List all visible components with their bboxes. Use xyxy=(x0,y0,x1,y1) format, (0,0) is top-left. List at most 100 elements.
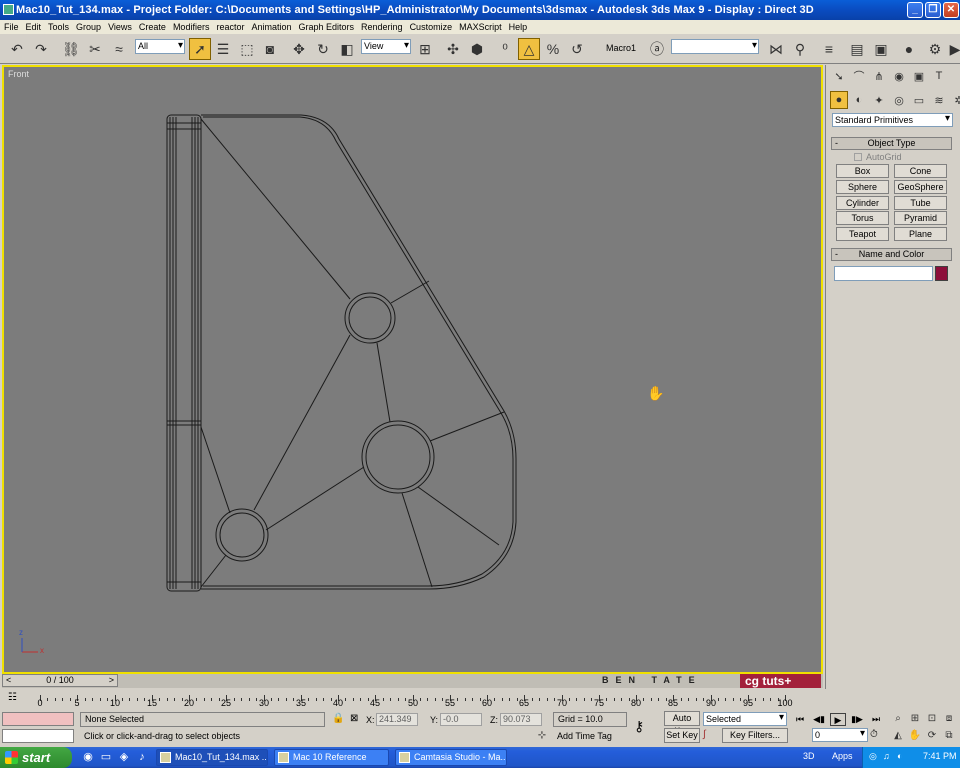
select-and-move-icon[interactable]: ✥ xyxy=(288,38,310,60)
timeline-ruler[interactable]: 0 5 10 15 20 25 30 35 40 45 50 55 60 65 70 75 80 85 90 95 10… xyxy=(37,689,793,709)
box-button[interactable]: Box xyxy=(836,164,889,178)
close-button[interactable]: ✕ xyxy=(943,2,959,18)
cylinder-button[interactable]: Cylinder xyxy=(836,196,889,210)
y-coord-field[interactable]: -0.0 xyxy=(440,713,482,726)
sphere-button[interactable]: Sphere xyxy=(836,180,889,194)
motion-tab-icon[interactable]: ◉ xyxy=(890,67,908,85)
object-color-swatch[interactable] xyxy=(935,266,948,281)
task-3dsmax[interactable]: Mac10_Tut_134.max ... xyxy=(156,749,268,766)
menu-rendering[interactable]: Rendering xyxy=(361,22,403,32)
object-type-rollout[interactable]: - Object Type xyxy=(831,137,952,150)
edit-named-selection-icon[interactable]: ⓐ xyxy=(646,38,668,60)
auto-key-button[interactable]: Auto Key xyxy=(664,711,700,736)
time-tag-icon[interactable]: ⊹ xyxy=(535,730,549,744)
zoom-icon[interactable]: ⌕ xyxy=(890,712,906,726)
spinner-snap-icon[interactable]: ↺ xyxy=(566,38,588,60)
previous-frame-icon[interactable]: ◀▮ xyxy=(811,713,827,726)
toolbar-apps-label[interactable]: Apps xyxy=(832,751,853,761)
minimize-button[interactable]: _ xyxy=(907,2,923,18)
render-scene-icon[interactable]: ⚙ xyxy=(924,38,946,60)
firefox-quicklaunch-icon[interactable]: ◉ xyxy=(81,750,95,764)
toolbar-3d-label[interactable]: 3D xyxy=(803,751,815,761)
display-tab-icon[interactable]: ▣ xyxy=(910,67,928,85)
selection-filter-dropdown[interactable]: All xyxy=(135,39,185,54)
explorer-quicklaunch-icon[interactable]: ◈ xyxy=(117,750,131,764)
field-of-view-icon[interactable]: ◭ xyxy=(890,729,906,743)
tray-network-icon[interactable]: ◎ xyxy=(869,751,877,762)
menu-help[interactable]: Help xyxy=(509,22,528,32)
modify-tab-icon[interactable]: ⌒ xyxy=(850,67,868,85)
play-icon[interactable]: ▶ xyxy=(830,713,846,726)
time-configuration-icon[interactable]: ⏱ xyxy=(870,729,884,743)
task-camtasia[interactable]: Camtasia Studio - Ma... xyxy=(395,749,507,766)
current-frame-field[interactable]: 0 xyxy=(812,728,868,742)
shapes-icon[interactable]: ◐ xyxy=(850,91,868,109)
select-and-link-icon[interactable]: ⛓ xyxy=(60,38,82,60)
cone-button[interactable]: Cone xyxy=(894,164,947,178)
tube-button[interactable]: Tube xyxy=(894,196,947,210)
next-frame-icon[interactable]: > xyxy=(109,675,114,686)
z-coord-field[interactable]: 90.073 xyxy=(500,713,542,726)
autogrid-checkbox[interactable]: AutoGrid xyxy=(854,152,902,162)
task-mac10-reference[interactable]: Mac 10 Reference xyxy=(274,749,389,766)
time-slider[interactable]: < 0 / 100 > BEN TATE cg tuts+ xyxy=(2,674,823,688)
show-desktop-icon[interactable]: ▭ xyxy=(99,750,113,764)
maxscript-listener-mini[interactable] xyxy=(2,712,74,726)
schematic-view-icon[interactable]: ▣ xyxy=(870,38,892,60)
quick-render-icon[interactable]: ▶ xyxy=(944,38,960,60)
menu-edit[interactable]: Edit xyxy=(26,22,42,32)
track-bar[interactable]: ☷ 0 5 10 15 20 25 30 35 40 45 50 55 60 65 70 75 80 85 90 95… xyxy=(0,689,960,709)
select-by-name-icon[interactable]: ☰ xyxy=(212,38,234,60)
menu-file[interactable]: File xyxy=(4,22,19,32)
next-frame-button-icon[interactable]: ▮▶ xyxy=(849,713,865,726)
mirror-icon[interactable]: ⋈ xyxy=(765,38,787,60)
geosphere-button[interactable]: GeoSphere xyxy=(894,180,947,194)
reference-coordinate-dropdown[interactable]: View xyxy=(361,39,411,54)
helpers-icon[interactable]: ▭ xyxy=(910,91,928,109)
maximize-viewport-icon[interactable]: ⧉ xyxy=(941,729,957,743)
teapot-button[interactable]: Teapot xyxy=(836,227,889,241)
menu-views[interactable]: Views xyxy=(108,22,132,32)
cameras-icon[interactable]: ◎ xyxy=(890,91,908,109)
set-key-button[interactable]: Set Key xyxy=(664,728,700,743)
zoom-all-icon[interactable]: ⊞ xyxy=(907,712,923,726)
tray-volume-icon[interactable]: ♫ xyxy=(883,751,890,761)
name-and-color-rollout[interactable]: - Name and Color xyxy=(831,248,952,261)
systems-icon[interactable]: ✲ xyxy=(950,91,960,109)
bind-space-warp-icon[interactable]: ≈ xyxy=(108,38,130,60)
go-to-end-icon[interactable]: ⏭ xyxy=(868,713,884,726)
start-button[interactable]: start xyxy=(0,747,72,768)
menu-graph-editors[interactable]: Graph Editors xyxy=(299,22,355,32)
absolute-mode-icon[interactable]: ⊠ xyxy=(350,713,364,726)
key-mode-dropdown[interactable]: Selected xyxy=(703,712,787,726)
menu-animation[interactable]: Animation xyxy=(251,22,291,32)
curve-editor-icon[interactable]: ▤ xyxy=(846,38,868,60)
select-object-icon[interactable]: ➚ xyxy=(189,38,211,60)
prev-frame-icon[interactable]: < xyxy=(6,675,11,686)
named-selection-dropdown[interactable] xyxy=(671,39,759,54)
selection-lock-icon[interactable]: 🔒 xyxy=(332,713,344,724)
set-key-icon[interactable]: ⚷ xyxy=(634,718,656,734)
restore-button[interactable]: ❐ xyxy=(925,2,941,18)
align-icon[interactable]: ⚲ xyxy=(789,38,811,60)
media-quicklaunch-icon[interactable]: ♪ xyxy=(135,750,149,764)
tray-app-icon[interactable]: ◐ xyxy=(897,751,902,761)
material-editor-icon[interactable]: ● xyxy=(898,38,920,60)
menu-reactor[interactable]: reactor xyxy=(216,22,244,32)
object-name-input[interactable] xyxy=(834,266,933,281)
undo-icon[interactable]: ↶ xyxy=(6,38,28,60)
snaps-toggle-icon[interactable]: ⁰ xyxy=(494,38,516,60)
select-and-rotate-icon[interactable]: ↻ xyxy=(312,38,334,60)
default-tangent-icon[interactable]: ∫ xyxy=(703,729,719,743)
maxscript-input-mini[interactable] xyxy=(2,729,74,743)
lights-icon[interactable]: ✦ xyxy=(870,91,888,109)
rectangular-selection-icon[interactable]: ⬚ xyxy=(236,38,258,60)
space-warps-icon[interactable]: ≋ xyxy=(930,91,948,109)
zoom-extents-icon[interactable]: ⊡ xyxy=(924,712,940,726)
select-and-scale-icon[interactable]: ◧ xyxy=(336,38,358,60)
arc-rotate-icon[interactable]: ⟳ xyxy=(924,729,940,743)
geometry-icon[interactable]: ● xyxy=(830,91,848,109)
menu-create[interactable]: Create xyxy=(139,22,166,32)
hierarchy-tab-icon[interactable]: ⋔ xyxy=(870,67,888,85)
menu-modifiers[interactable]: Modifiers xyxy=(173,22,210,32)
